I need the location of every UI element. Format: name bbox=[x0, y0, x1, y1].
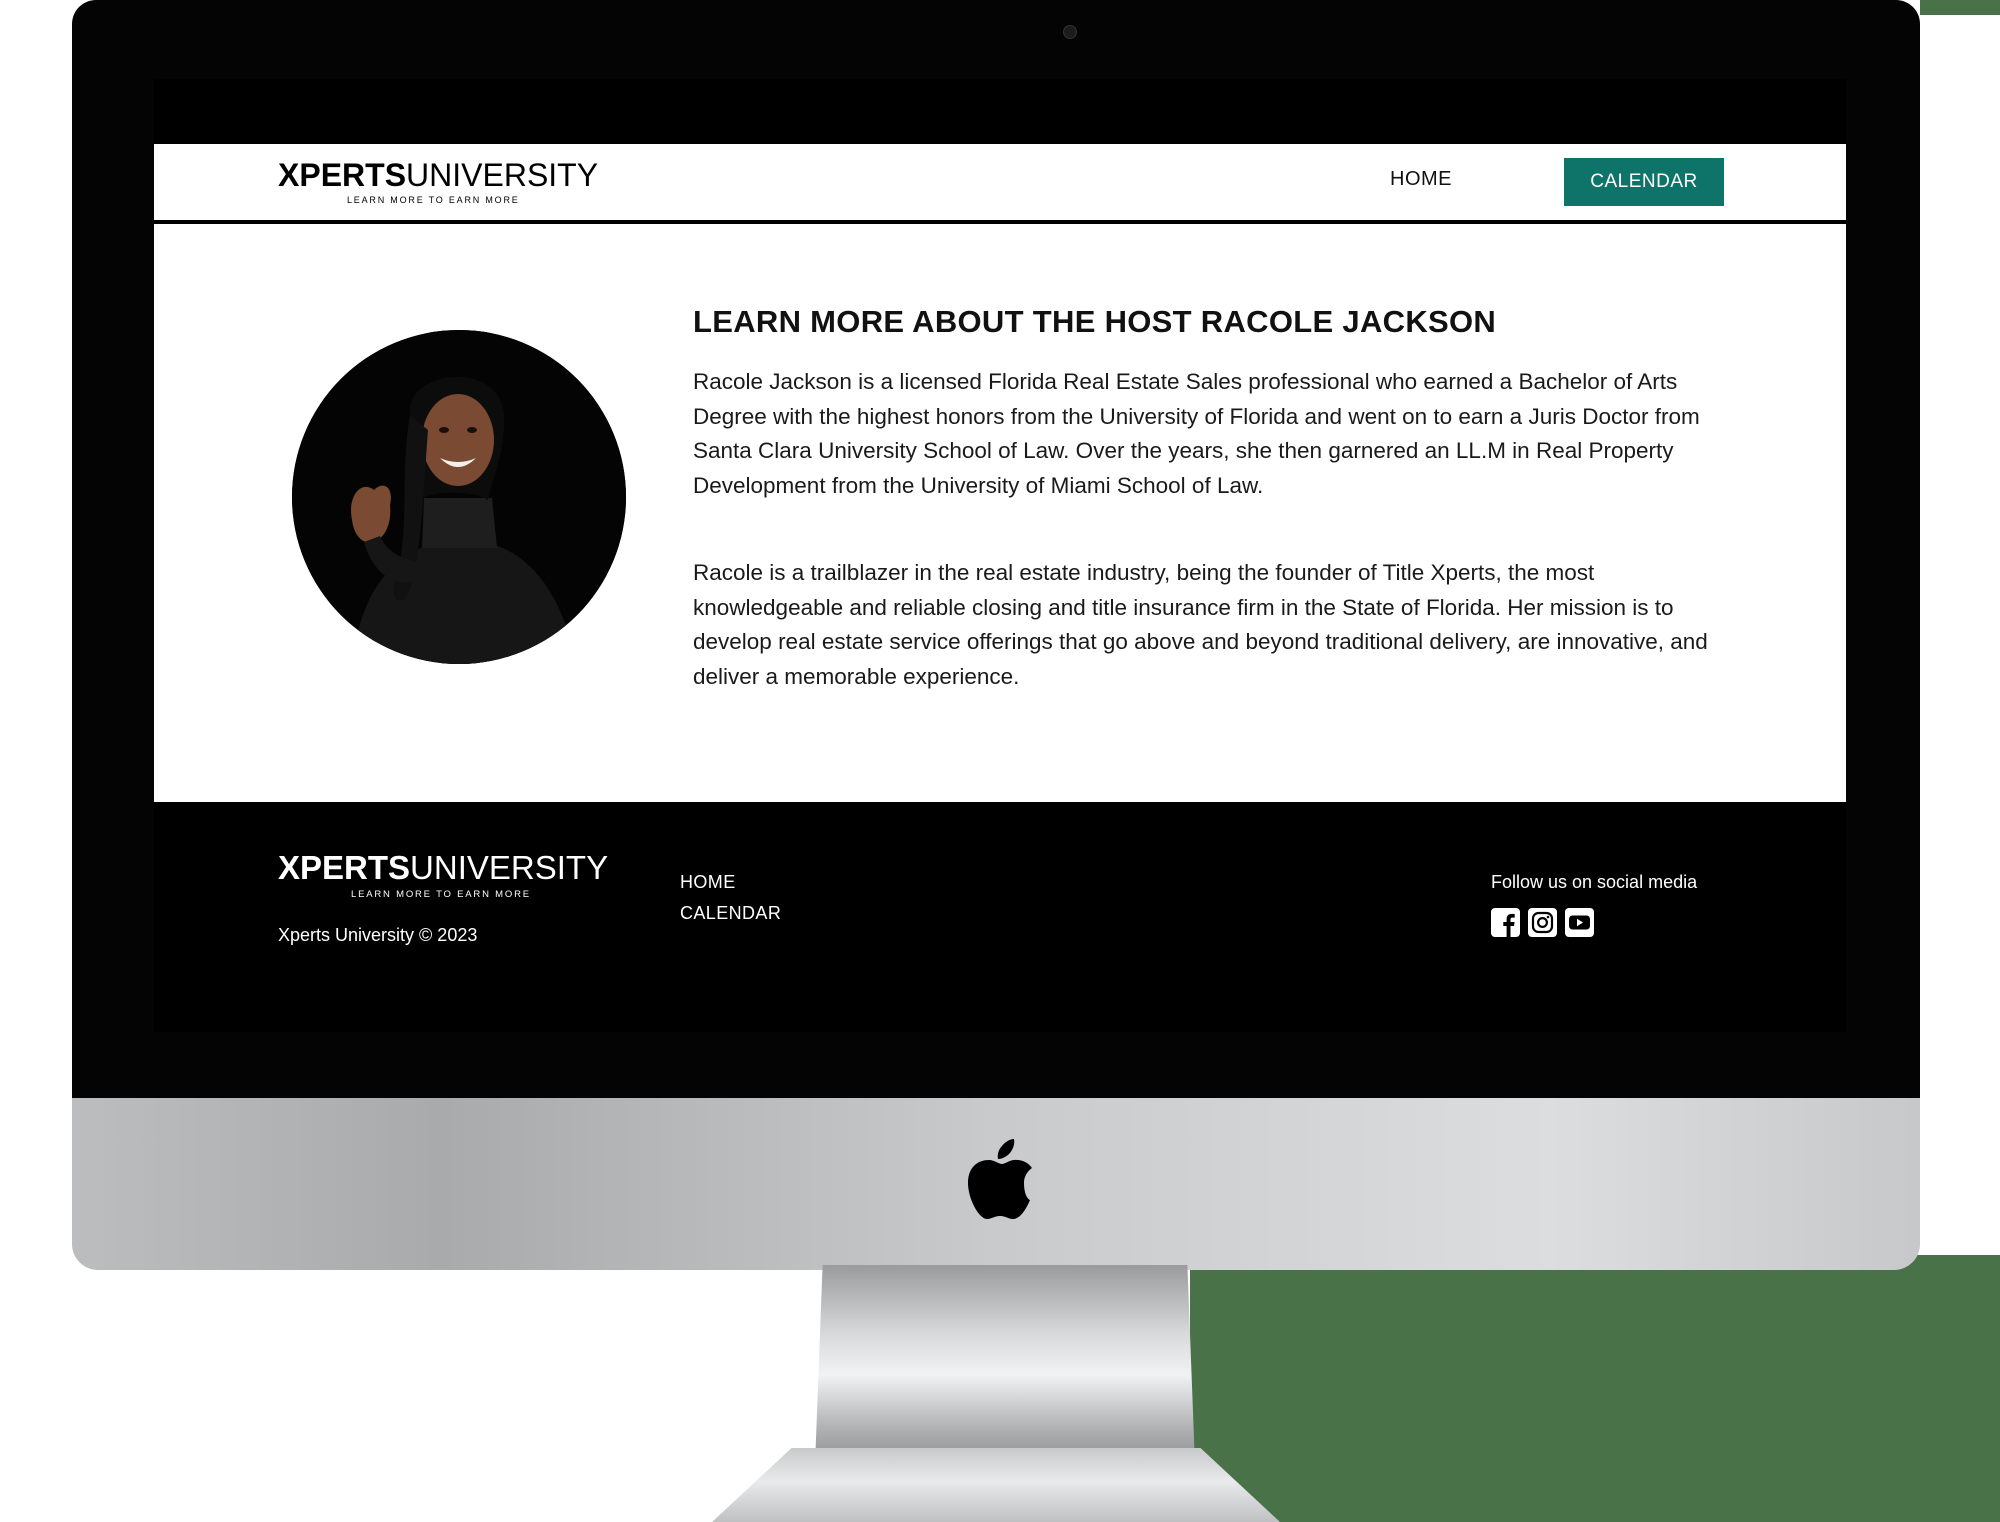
footer-logo-tagline: LEARN MORE TO EARN MORE bbox=[351, 889, 531, 900]
instagram-icon[interactable] bbox=[1528, 908, 1557, 937]
bio-paragraph: Racole Jackson is a licensed Florida Rea… bbox=[693, 369, 1700, 498]
backdrop-green-right bbox=[1920, 1255, 2000, 1522]
youtube-icon[interactable] bbox=[1565, 908, 1594, 937]
navbar: XPERTSUNIVERSITY LEARN MORE TO EARN MORE… bbox=[154, 144, 1846, 220]
footer-logo-light-text: UNIVERSITY bbox=[410, 849, 609, 886]
apple-logo-icon bbox=[968, 1139, 1032, 1219]
host-photo-illustration bbox=[292, 330, 626, 664]
page-title: LEARN MORE ABOUT THE HOST RACOLE JACKSON bbox=[693, 304, 1497, 339]
logo-wordmark: XPERTSUNIVERSITY bbox=[278, 158, 598, 192]
monitor-stand bbox=[815, 1265, 1195, 1465]
backdrop-green bbox=[1190, 1255, 1920, 1522]
host-photo bbox=[292, 330, 626, 664]
footer-logo[interactable]: XPERTSUNIVERSITY LEARN MORE TO EARN MORE bbox=[278, 851, 618, 901]
backdrop-green-top bbox=[1920, 0, 2000, 15]
footer-logo-wordmark: XPERTSUNIVERSITY bbox=[278, 851, 618, 885]
nav-calendar-button[interactable]: CALENDAR bbox=[1564, 158, 1724, 206]
logo-tagline: LEARN MORE TO EARN MORE bbox=[347, 195, 520, 205]
footer: XPERTSUNIVERSITY LEARN MORE TO EARN MORE… bbox=[154, 802, 1846, 1032]
facebook-icon[interactable] bbox=[1491, 908, 1520, 937]
logo-bold-text: XPERTS bbox=[278, 157, 407, 193]
camera-icon bbox=[1063, 25, 1077, 39]
bio-paragraph: Racole is a trailblazer in the real esta… bbox=[693, 560, 1708, 689]
monitor-stand-foot bbox=[712, 1448, 1280, 1522]
footer-logo-bold-text: XPERTS bbox=[278, 849, 411, 886]
nav-home-link[interactable]: HOME bbox=[1390, 168, 1452, 191]
footer-calendar-link[interactable]: CALENDAR bbox=[680, 903, 781, 924]
site-logo[interactable]: XPERTSUNIVERSITY LEARN MORE TO EARN MORE bbox=[278, 158, 598, 206]
copyright-text: Xperts University © 2023 bbox=[278, 925, 478, 945]
follow-label: Follow us on social media bbox=[1491, 872, 1698, 892]
screen: XPERTSUNIVERSITY LEARN MORE TO EARN MORE… bbox=[154, 79, 1846, 1032]
footer-home-link[interactable]: HOME bbox=[680, 872, 736, 893]
host-section: LEARN MORE ABOUT THE HOST RACOLE JACKSON… bbox=[154, 224, 1846, 802]
logo-light-text: UNIVERSITY bbox=[406, 157, 599, 193]
